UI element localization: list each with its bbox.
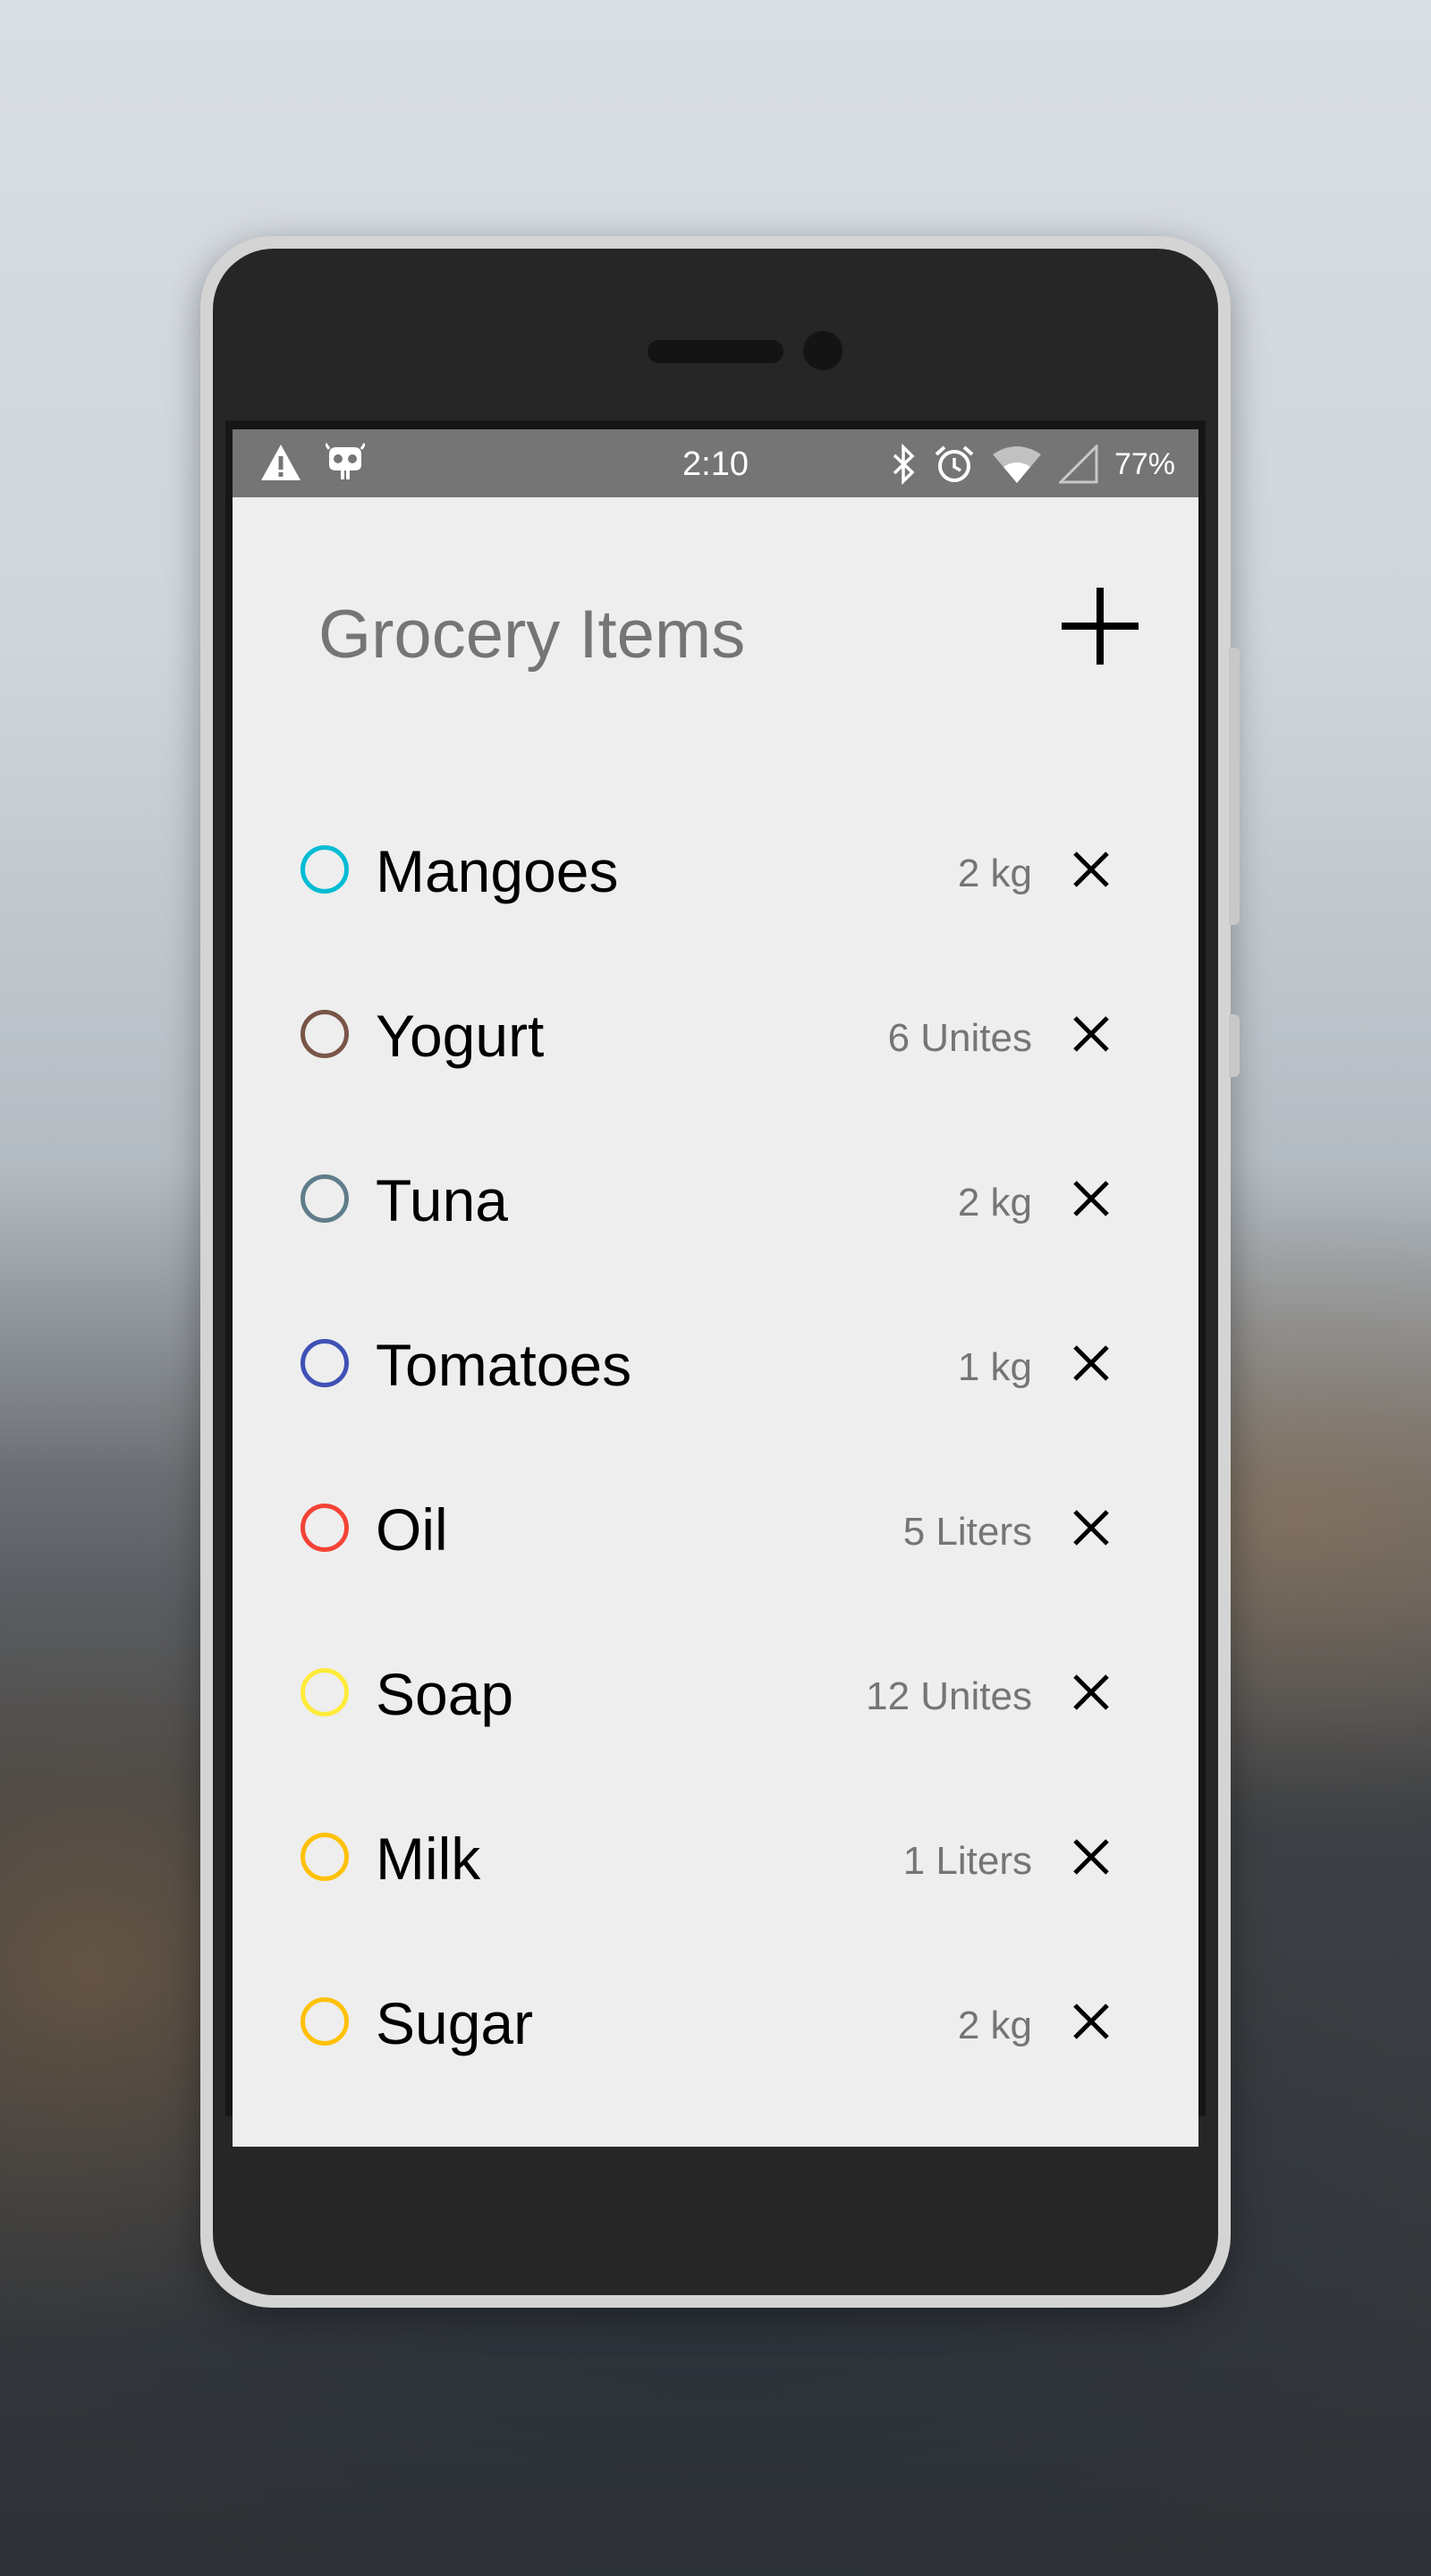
item-name: Yogurt	[376, 1003, 545, 1069]
signal-icon	[1058, 445, 1098, 484]
page-title: Grocery Items	[318, 597, 746, 673]
app-screen: 2:10 77% Grocery Items Mangoes 2 kg Yogu…	[233, 429, 1198, 2147]
list-item: Yogurt 6 Unites	[233, 955, 1198, 1120]
delete-item-button[interactable]	[1064, 1665, 1118, 1719]
delete-item-button[interactable]	[1064, 1336, 1118, 1390]
delete-item-button[interactable]	[1064, 1007, 1118, 1061]
item-checkbox[interactable]	[301, 1668, 349, 1716]
item-name: Milk	[376, 1826, 481, 1892]
close-icon	[1073, 1674, 1109, 1710]
item-quantity: 5 Liters	[902, 1510, 1032, 1554]
delete-item-button[interactable]	[1064, 1995, 1118, 2048]
delete-item-button[interactable]	[1064, 1501, 1118, 1555]
item-quantity: 1 kg	[957, 1345, 1032, 1389]
list-item: Milk 1 Liters	[233, 1778, 1198, 1943]
item-name: Soap	[376, 1661, 514, 1727]
front-camera	[803, 331, 843, 370]
close-icon	[1073, 1016, 1109, 1052]
close-icon	[1073, 1181, 1109, 1216]
item-checkbox[interactable]	[301, 1339, 349, 1387]
status-bar: 2:10 77%	[233, 429, 1198, 497]
volume-button	[1229, 648, 1240, 925]
item-quantity: 2 kg	[957, 852, 1032, 895]
item-name: Mangoes	[376, 838, 619, 904]
list-item: Tuna 2 kg	[233, 1120, 1198, 1284]
list-item: Soap 12 Unites	[233, 1614, 1198, 1778]
delete-item-button[interactable]	[1064, 1830, 1118, 1884]
item-quantity: 1 Liters	[902, 1839, 1032, 1883]
item-name: Sugar	[376, 1990, 534, 2056]
item-name: Oil	[376, 1496, 448, 1563]
item-name: Tomatoes	[376, 1332, 632, 1398]
close-icon	[1073, 2004, 1109, 2039]
add-item-button[interactable]	[1046, 572, 1154, 680]
list-item: Sugar 2 kg	[233, 1943, 1198, 2107]
item-quantity: 2 kg	[957, 1181, 1032, 1224]
item-checkbox[interactable]	[301, 845, 349, 894]
earpiece-speaker	[648, 340, 783, 363]
delete-item-button[interactable]	[1064, 843, 1118, 896]
alarm-icon	[935, 445, 974, 482]
close-icon	[1073, 1510, 1109, 1546]
delete-item-button[interactable]	[1064, 1172, 1118, 1225]
battery-percentage: 77%	[1113, 446, 1175, 481]
list-item: Tomatoes 1 kg	[233, 1284, 1198, 1449]
item-checkbox[interactable]	[301, 1997, 349, 2046]
grocery-list: Mangoes 2 kg Yogurt 6 Unites Tuna 2 kg T…	[233, 791, 1198, 2107]
item-checkbox[interactable]	[301, 1833, 349, 1881]
item-quantity: 2 kg	[957, 2004, 1032, 2047]
item-quantity: 6 Unites	[887, 1016, 1032, 1060]
bluetooth-icon	[893, 444, 915, 485]
item-quantity: 12 Unites	[866, 1674, 1032, 1718]
wifi-icon	[992, 446, 1041, 483]
plus-icon	[1062, 588, 1139, 665]
item-checkbox[interactable]	[301, 1174, 349, 1223]
power-button	[1229, 1014, 1240, 1077]
close-icon	[1073, 1345, 1109, 1381]
list-item: Oil 5 Liters	[233, 1449, 1198, 1614]
status-bar-right-icons: 77%	[891, 442, 1175, 487]
list-item: Mangoes 2 kg	[233, 791, 1198, 955]
item-name: Tuna	[376, 1167, 508, 1233]
item-checkbox[interactable]	[301, 1010, 349, 1058]
close-icon	[1073, 1839, 1109, 1875]
close-icon	[1073, 852, 1109, 887]
item-checkbox[interactable]	[301, 1504, 349, 1552]
